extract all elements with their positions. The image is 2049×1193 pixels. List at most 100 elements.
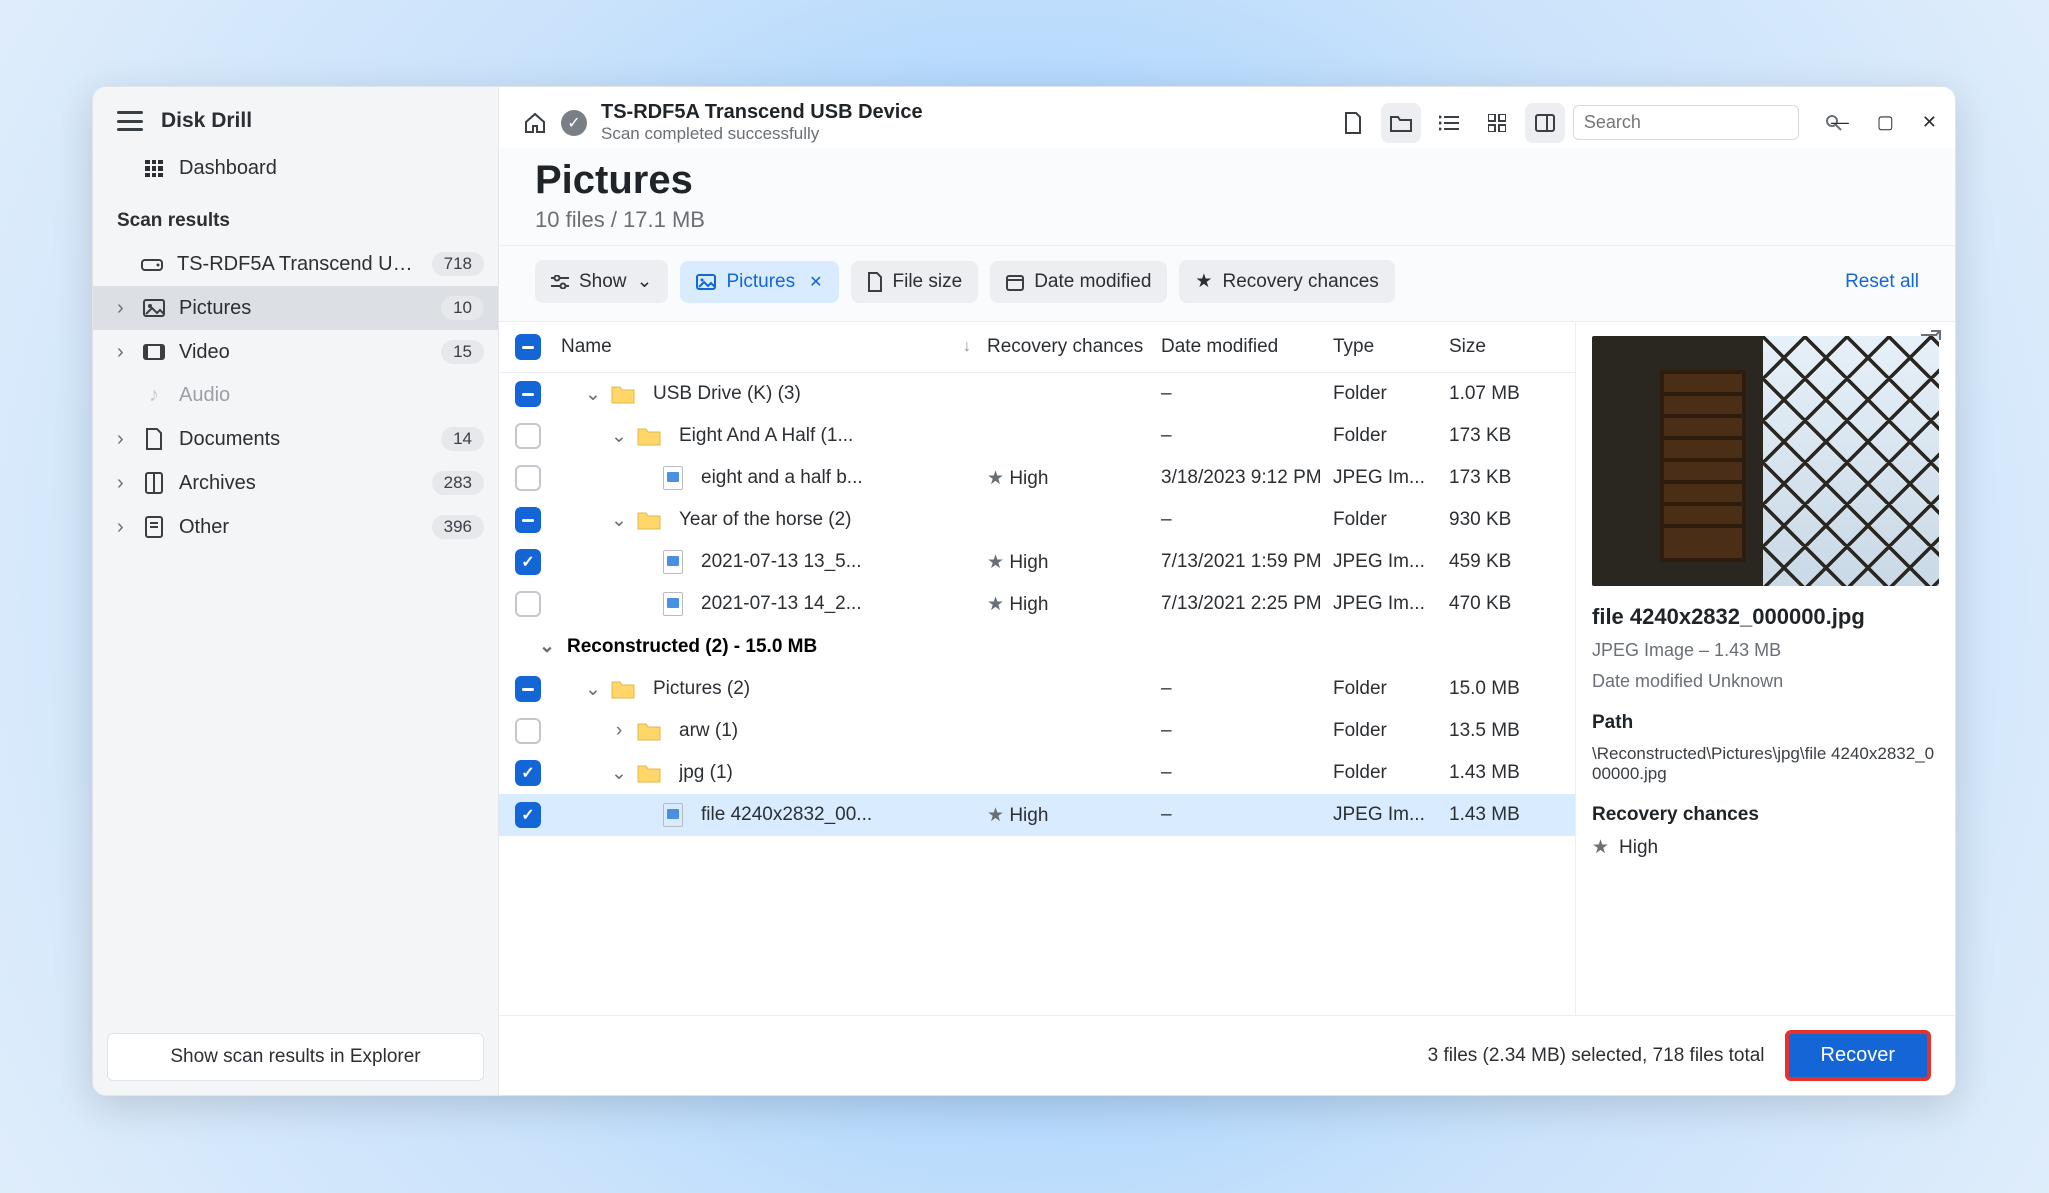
table-row[interactable]: file 4240x2832_00...★ High–JPEG Im...1.4… xyxy=(499,794,1575,836)
sidebar-item-audio[interactable]: ♪ Audio xyxy=(93,374,498,417)
row-checkbox[interactable] xyxy=(515,760,541,786)
remove-filter-icon[interactable]: ✕ xyxy=(809,272,822,292)
maximize-button[interactable]: ▢ xyxy=(1877,112,1894,133)
page-subtitle: 10 files / 17.1 MB xyxy=(535,207,1919,233)
dashboard-label: Dashboard xyxy=(179,157,277,180)
datemod-filter[interactable]: Date modified xyxy=(990,261,1167,303)
calendar-icon xyxy=(1006,273,1024,291)
show-filter[interactable]: Show ⌄ xyxy=(535,260,668,303)
home-icon[interactable] xyxy=(523,112,547,134)
table-row[interactable]: ⌄ Year of the horse (2)–Folder930 KB xyxy=(499,499,1575,541)
row-checkbox[interactable] xyxy=(515,718,541,744)
minimize-button[interactable]: — xyxy=(1831,112,1849,133)
search-box[interactable] xyxy=(1573,105,1799,140)
filesize-filter[interactable]: File size xyxy=(851,261,979,303)
row-size: 13.5 MB xyxy=(1449,720,1559,742)
row-name: Eight And A Half (1... xyxy=(679,425,853,447)
close-button[interactable]: ✕ xyxy=(1922,112,1937,133)
sidebar-item-pictures[interactable]: › Pictures 10 xyxy=(93,286,498,330)
row-size: 173 KB xyxy=(1449,467,1559,489)
chevron-icon[interactable]: ⌄ xyxy=(585,383,601,406)
row-recovery: High xyxy=(1009,805,1048,826)
col-size[interactable]: Size xyxy=(1449,336,1559,358)
row-checkbox[interactable] xyxy=(515,549,541,575)
table-row[interactable]: 2021-07-13 13_5...★ High7/13/2021 1:59 P… xyxy=(499,541,1575,583)
folder-view-icon[interactable] xyxy=(1381,103,1421,143)
table-row[interactable]: › arw (1)–Folder13.5 MB xyxy=(499,710,1575,752)
row-checkbox[interactable] xyxy=(515,423,541,449)
sidebar-item-documents[interactable]: › Documents 14 xyxy=(93,417,498,461)
table-row[interactable]: eight and a half b...★ High3/18/2023 9:1… xyxy=(499,457,1575,499)
star-icon: ★ xyxy=(987,552,1004,573)
preview-filename: file 4240x2832_000000.jpg xyxy=(1592,604,1939,630)
sidebar-item-video[interactable]: › Video 15 xyxy=(93,330,498,374)
archive-icon xyxy=(143,472,165,494)
sidebar-item-label: Archives xyxy=(179,472,418,495)
col-date[interactable]: Date modified xyxy=(1161,336,1333,358)
sidebar-device[interactable]: TS-RDF5A Transcend US... 718 xyxy=(93,242,498,286)
show-in-explorer-button[interactable]: Show scan results in Explorer xyxy=(107,1033,484,1081)
grid-view-icon[interactable] xyxy=(1477,103,1517,143)
chevron-icon[interactable]: ⌄ xyxy=(611,425,627,448)
recover-button[interactable]: Recover xyxy=(1785,1030,1931,1081)
table-row[interactable]: ⌄ USB Drive (K) (3)–Folder1.07 MB xyxy=(499,373,1575,415)
topbar: ✓ TS-RDF5A Transcend USB Device Scan com… xyxy=(499,87,1955,148)
table-row[interactable]: ⌄ Pictures (2)–Folder15.0 MB xyxy=(499,668,1575,710)
table-row[interactable]: 2021-07-13 14_2...★ High7/13/2021 2:25 P… xyxy=(499,583,1575,625)
sidebar-item-count: 396 xyxy=(432,515,484,539)
sidebar-item-other[interactable]: › Other 396 xyxy=(93,505,498,549)
row-checkbox[interactable] xyxy=(515,591,541,617)
col-name[interactable]: Name xyxy=(561,336,612,358)
row-size: 1.43 MB xyxy=(1449,762,1559,784)
chevron-icon[interactable]: ⌄ xyxy=(585,678,601,701)
chevron-icon[interactable]: ⌄ xyxy=(611,762,627,785)
menu-icon[interactable] xyxy=(117,111,143,131)
row-size: 470 KB xyxy=(1449,593,1559,615)
filter-sliders-icon xyxy=(551,275,569,289)
chevron-right-icon: › xyxy=(117,516,129,539)
row-checkbox[interactable] xyxy=(515,381,541,407)
pictures-filter[interactable]: Pictures ✕ xyxy=(680,261,838,303)
audio-icon: ♪ xyxy=(143,384,165,407)
list-view-icon[interactable] xyxy=(1429,103,1469,143)
row-checkbox[interactable] xyxy=(515,465,541,491)
row-checkbox[interactable] xyxy=(515,507,541,533)
selection-status: 3 files (2.34 MB) selected, 718 files to… xyxy=(1428,1045,1765,1067)
row-checkbox[interactable] xyxy=(515,802,541,828)
row-name: file 4240x2832_00... xyxy=(701,804,872,826)
page-header: Pictures 10 files / 17.1 MB xyxy=(499,148,1955,246)
chevron-right-icon: › xyxy=(117,428,129,451)
sidebar-item-archives[interactable]: › Archives 283 xyxy=(93,461,498,505)
row-type: Folder xyxy=(1333,678,1449,700)
table-row[interactable]: ⌄ jpg (1)–Folder1.43 MB xyxy=(499,752,1575,794)
file-view-icon[interactable] xyxy=(1333,103,1373,143)
footer-bar: 3 files (2.34 MB) selected, 718 files to… xyxy=(499,1015,1955,1095)
row-type: Folder xyxy=(1333,720,1449,742)
search-input[interactable] xyxy=(1584,112,1816,133)
row-type: Folder xyxy=(1333,509,1449,531)
row-date: – xyxy=(1161,509,1333,531)
col-recovery[interactable]: Recovery chances xyxy=(987,336,1161,358)
row-type: JPEG Im... xyxy=(1333,467,1449,489)
folder-icon xyxy=(611,384,635,404)
recchance-filter[interactable]: ★ Recovery chances xyxy=(1179,260,1394,303)
chevron-icon[interactable]: ⌄ xyxy=(611,509,627,532)
row-type: JPEG Im... xyxy=(1333,804,1449,826)
star-icon: ★ xyxy=(987,805,1004,826)
select-all-checkbox[interactable] xyxy=(515,334,541,360)
chevron-right-icon: › xyxy=(117,472,129,495)
preview-window xyxy=(1763,336,1939,586)
row-checkbox[interactable] xyxy=(515,676,541,702)
reset-filters[interactable]: Reset all xyxy=(1845,271,1919,293)
other-icon xyxy=(143,516,165,538)
image-file-icon xyxy=(663,803,683,827)
table-row[interactable]: ⌄ Eight And A Half (1...–Folder173 KB xyxy=(499,415,1575,457)
row-date: 7/13/2021 2:25 PM xyxy=(1161,593,1333,615)
split-view-icon[interactable] xyxy=(1525,103,1565,143)
page-title: Pictures xyxy=(535,158,1919,203)
preview-date: Date modified Unknown xyxy=(1592,671,1939,692)
group-row[interactable]: ⌄ Reconstructed (2) - 15.0 MB xyxy=(499,625,1575,668)
chevron-icon[interactable]: › xyxy=(611,720,627,742)
sidebar-dashboard[interactable]: Dashboard xyxy=(93,141,498,196)
col-type[interactable]: Type xyxy=(1333,336,1449,358)
